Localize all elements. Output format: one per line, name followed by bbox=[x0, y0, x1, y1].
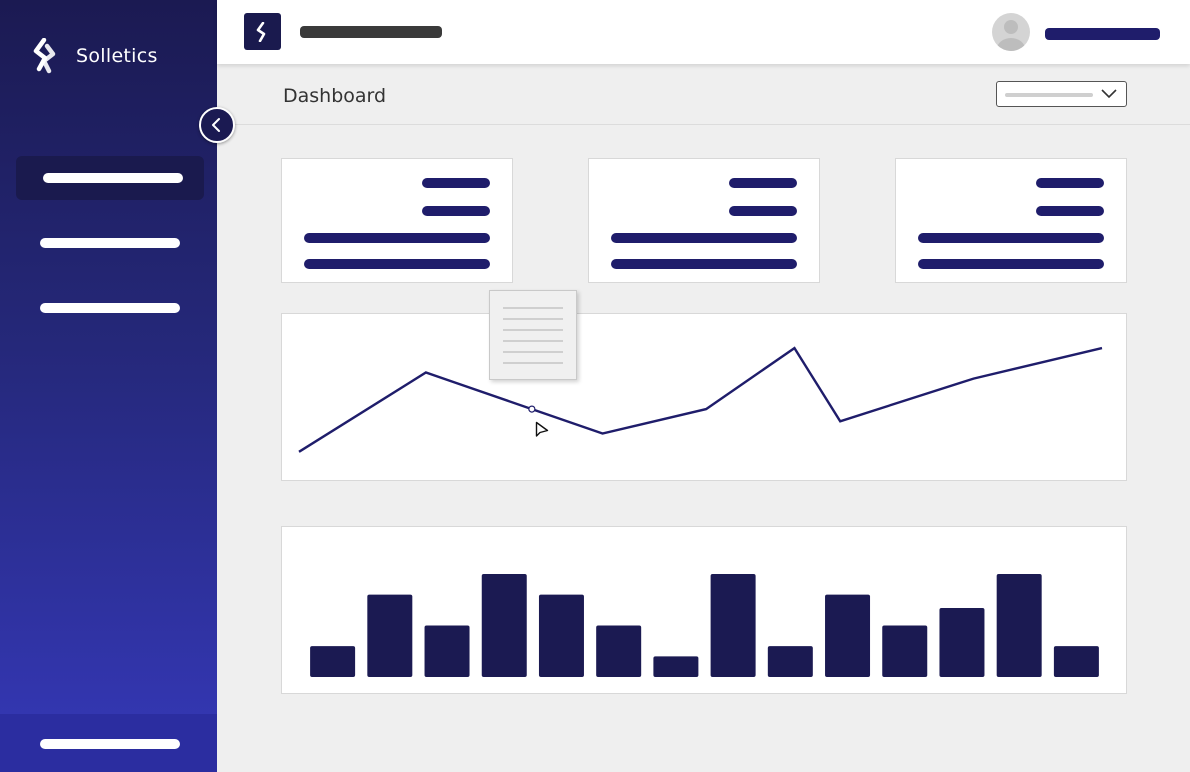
solletics-logo-icon bbox=[33, 38, 56, 74]
sidebar-item-label bbox=[40, 303, 180, 313]
tooltip-line bbox=[503, 318, 563, 320]
date-range-select[interactable] bbox=[996, 81, 1127, 107]
bar[interactable] bbox=[767, 646, 813, 677]
stat-value bbox=[422, 206, 490, 216]
solletics-logo-icon bbox=[256, 21, 265, 42]
stat-card-1[interactable] bbox=[281, 158, 513, 283]
sidebar-item-3[interactable] bbox=[16, 286, 204, 330]
bar-chart-card bbox=[281, 526, 1127, 694]
sidebar-item-2[interactable] bbox=[16, 221, 204, 265]
select-value bbox=[1005, 93, 1093, 97]
user-name[interactable] bbox=[1045, 28, 1160, 40]
app-logo-button[interactable] bbox=[244, 13, 281, 50]
page-title: Dashboard bbox=[283, 85, 387, 107]
line-chart[interactable] bbox=[282, 314, 1128, 482]
tooltip-line bbox=[503, 362, 563, 364]
tooltip-line bbox=[503, 351, 563, 353]
sidebar-item-label bbox=[43, 173, 183, 183]
stat-label bbox=[611, 233, 797, 243]
tooltip-line bbox=[503, 329, 563, 331]
bar[interactable] bbox=[481, 574, 527, 677]
brand[interactable]: Solletics bbox=[30, 38, 158, 74]
mouse-pointer-icon bbox=[535, 421, 549, 437]
brand-name: Solletics bbox=[76, 45, 158, 67]
dashboard-header: Dashboard bbox=[217, 64, 1190, 125]
stat-value bbox=[1036, 206, 1104, 216]
sidebar-item-1[interactable] bbox=[16, 156, 204, 200]
bar[interactable] bbox=[882, 625, 928, 678]
stat-label bbox=[918, 233, 1104, 243]
user-avatar-icon[interactable] bbox=[992, 13, 1030, 51]
stat-value bbox=[729, 178, 797, 188]
bar-chart[interactable] bbox=[282, 527, 1128, 695]
tooltip-line bbox=[503, 340, 563, 342]
stat-value bbox=[1036, 178, 1104, 188]
stat-value bbox=[422, 178, 490, 188]
sidebar-footer[interactable] bbox=[0, 714, 217, 772]
chevron-down-icon bbox=[1101, 89, 1117, 99]
bar[interactable] bbox=[1053, 646, 1099, 677]
sidebar-collapse-button[interactable] bbox=[199, 107, 235, 143]
sidebar: Solletics bbox=[0, 0, 217, 772]
workspace-title bbox=[300, 26, 442, 38]
bar[interactable] bbox=[367, 594, 413, 677]
top-bar bbox=[217, 0, 1190, 64]
bar[interactable] bbox=[825, 594, 871, 677]
bar[interactable] bbox=[939, 607, 985, 677]
line-chart-card bbox=[281, 313, 1127, 481]
bar[interactable] bbox=[596, 625, 642, 678]
stat-label bbox=[304, 233, 490, 243]
chart-tooltip bbox=[489, 290, 577, 380]
bar[interactable] bbox=[310, 646, 356, 677]
bar[interactable] bbox=[424, 625, 470, 678]
stat-card-2[interactable] bbox=[588, 158, 820, 283]
stat-value bbox=[729, 206, 797, 216]
sidebar-item-label bbox=[40, 238, 180, 248]
stat-label bbox=[918, 259, 1104, 269]
hovered-data-point[interactable] bbox=[528, 405, 536, 413]
tooltip-line bbox=[503, 307, 563, 309]
line-series[interactable] bbox=[298, 346, 1103, 453]
sidebar-footer-label bbox=[40, 739, 180, 749]
stat-label bbox=[611, 259, 797, 269]
bar[interactable] bbox=[710, 574, 756, 677]
stat-card-3[interactable] bbox=[895, 158, 1127, 283]
stat-label bbox=[304, 259, 490, 269]
chevron-left-icon bbox=[212, 118, 220, 132]
bar[interactable] bbox=[653, 656, 699, 677]
bar[interactable] bbox=[996, 574, 1042, 677]
bar[interactable] bbox=[538, 594, 584, 677]
